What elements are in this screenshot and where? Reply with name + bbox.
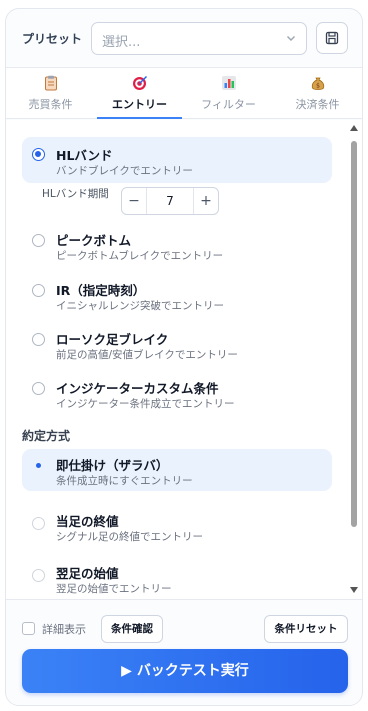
tab-filter[interactable]: フィルター — [184, 68, 273, 118]
tab-entry[interactable]: エントリー — [95, 68, 184, 119]
tab-trade-conditions[interactable]: 売買条件 — [6, 68, 95, 118]
entry-option-candle-break[interactable]: ローソク足ブレイク 前足の高値/安値ブレイクでエントリー — [22, 323, 332, 363]
target-icon — [132, 76, 147, 90]
hl-period-stepper: − 7 + — [121, 187, 219, 215]
preset-select[interactable]: 選択... — [91, 22, 307, 55]
preset-row: プリセット 選択... — [6, 9, 362, 67]
option-description: 翌足の始値でエントリー — [56, 583, 172, 595]
scroll-up-arrow-icon[interactable] — [350, 125, 358, 131]
option-title: 即仕掛け（ザラバ） — [56, 458, 169, 473]
radio-button[interactable] — [32, 234, 45, 247]
preset-label: プリセット — [22, 32, 83, 46]
option-title: 翌足の始値 — [56, 566, 119, 581]
preset-select-placeholder: 選択... — [102, 35, 141, 50]
option-description: インジケーター条件成立でエントリー — [56, 398, 235, 410]
option-description: イニシャルレンジ突破でエントリー — [56, 300, 224, 312]
entry-option-ir[interactable]: IR（指定時刻） イニシャルレンジ突破でエントリー — [22, 274, 332, 314]
reset-conditions-button[interactable]: 条件リセット — [264, 615, 348, 643]
option-title: 当足の終値 — [56, 514, 119, 529]
entry-option-peak-bottom[interactable]: ピークボトム ピークボトムブレイクでエントリー — [22, 224, 332, 264]
option-description: ピークボトムブレイクでエントリー — [56, 250, 224, 262]
option-title: ピークボトム — [56, 233, 132, 248]
increment-button[interactable]: + — [194, 188, 218, 214]
entry-settings-list: HLバンド バンドブレイクでエントリー HLバンド期間 − 7 + ピークボトム… — [6, 120, 362, 599]
option-title: IR（指定時刻） — [56, 283, 146, 298]
option-description: バンドブレイクでエントリー — [56, 165, 193, 177]
execution-option-immediate[interactable]: 即仕掛け（ザラバ） 条件成立時にすぐエントリー — [22, 449, 332, 491]
option-title: HLバンド — [56, 148, 113, 163]
footer-actions: 詳細表示 条件確認 条件リセット ▶ バックテスト実行 — [6, 599, 362, 705]
execution-option-bar-close[interactable]: 当足の終値 シグナル足の終値でエントリー — [22, 505, 332, 547]
radio-button[interactable] — [32, 333, 45, 346]
entry-option-hl-band[interactable]: HLバンド バンドブレイクでエントリー — [22, 137, 332, 183]
option-description: 条件成立時にすぐエントリー — [56, 475, 193, 487]
backtest-settings-panel: プリセット 選択... 売買条件 エントリー フィルター $ 決済条件 HLバン… — [5, 8, 363, 706]
option-description: 前足の高値/安値ブレイクでエントリー — [56, 349, 238, 361]
radio-button[interactable] — [32, 569, 45, 582]
radio-button[interactable] — [32, 382, 45, 395]
save-icon — [325, 31, 339, 45]
save-preset-button[interactable] — [316, 22, 348, 54]
detail-view-checkbox[interactable] — [22, 622, 35, 635]
tab-label: フィルター — [201, 98, 256, 111]
hl-period-label: HLバンド期間 — [42, 188, 109, 200]
scrollbar[interactable] — [347, 120, 361, 599]
option-description: シグナル足の終値でエントリー — [56, 531, 203, 543]
chevron-down-icon — [287, 36, 295, 41]
scrollbar-thumb[interactable] — [351, 141, 357, 527]
tab-label: 売買条件 — [28, 98, 73, 111]
option-title: インジケーターカスタム条件 — [56, 381, 219, 396]
option-title: ローソク足ブレイク — [56, 332, 169, 347]
entry-option-indicator-custom[interactable]: インジケーターカスタム条件 インジケーター条件成立でエントリー — [22, 372, 332, 412]
radio-button[interactable] — [32, 284, 45, 297]
radio-button[interactable] — [32, 148, 45, 161]
svg-text:$: $ — [316, 83, 320, 90]
radio-button[interactable] — [32, 459, 45, 472]
clipboard-icon — [44, 75, 57, 91]
execution-section-heading: 約定方式 — [22, 429, 71, 443]
money-bag-icon: $ — [311, 77, 324, 90]
hl-period-value[interactable]: 7 — [146, 188, 194, 214]
tab-label: 決済条件 — [295, 98, 340, 111]
tab-exit-conditions[interactable]: $ 決済条件 — [273, 68, 362, 118]
bar-chart-icon — [221, 76, 236, 90]
radio-button[interactable] — [32, 517, 45, 530]
decrement-button[interactable]: − — [122, 188, 146, 214]
execution-option-next-open[interactable]: 翌足の始値 翌足の始値でエントリー — [22, 557, 332, 599]
detail-view-label: 詳細表示 — [42, 623, 86, 636]
tab-label: エントリー — [112, 98, 167, 111]
check-conditions-button[interactable]: 条件確認 — [101, 615, 163, 643]
run-backtest-button[interactable]: ▶ バックテスト実行 — [22, 649, 348, 693]
tab-bar: 売買条件 エントリー フィルター $ 決済条件 — [6, 67, 362, 119]
scroll-down-arrow-icon[interactable] — [350, 587, 358, 593]
